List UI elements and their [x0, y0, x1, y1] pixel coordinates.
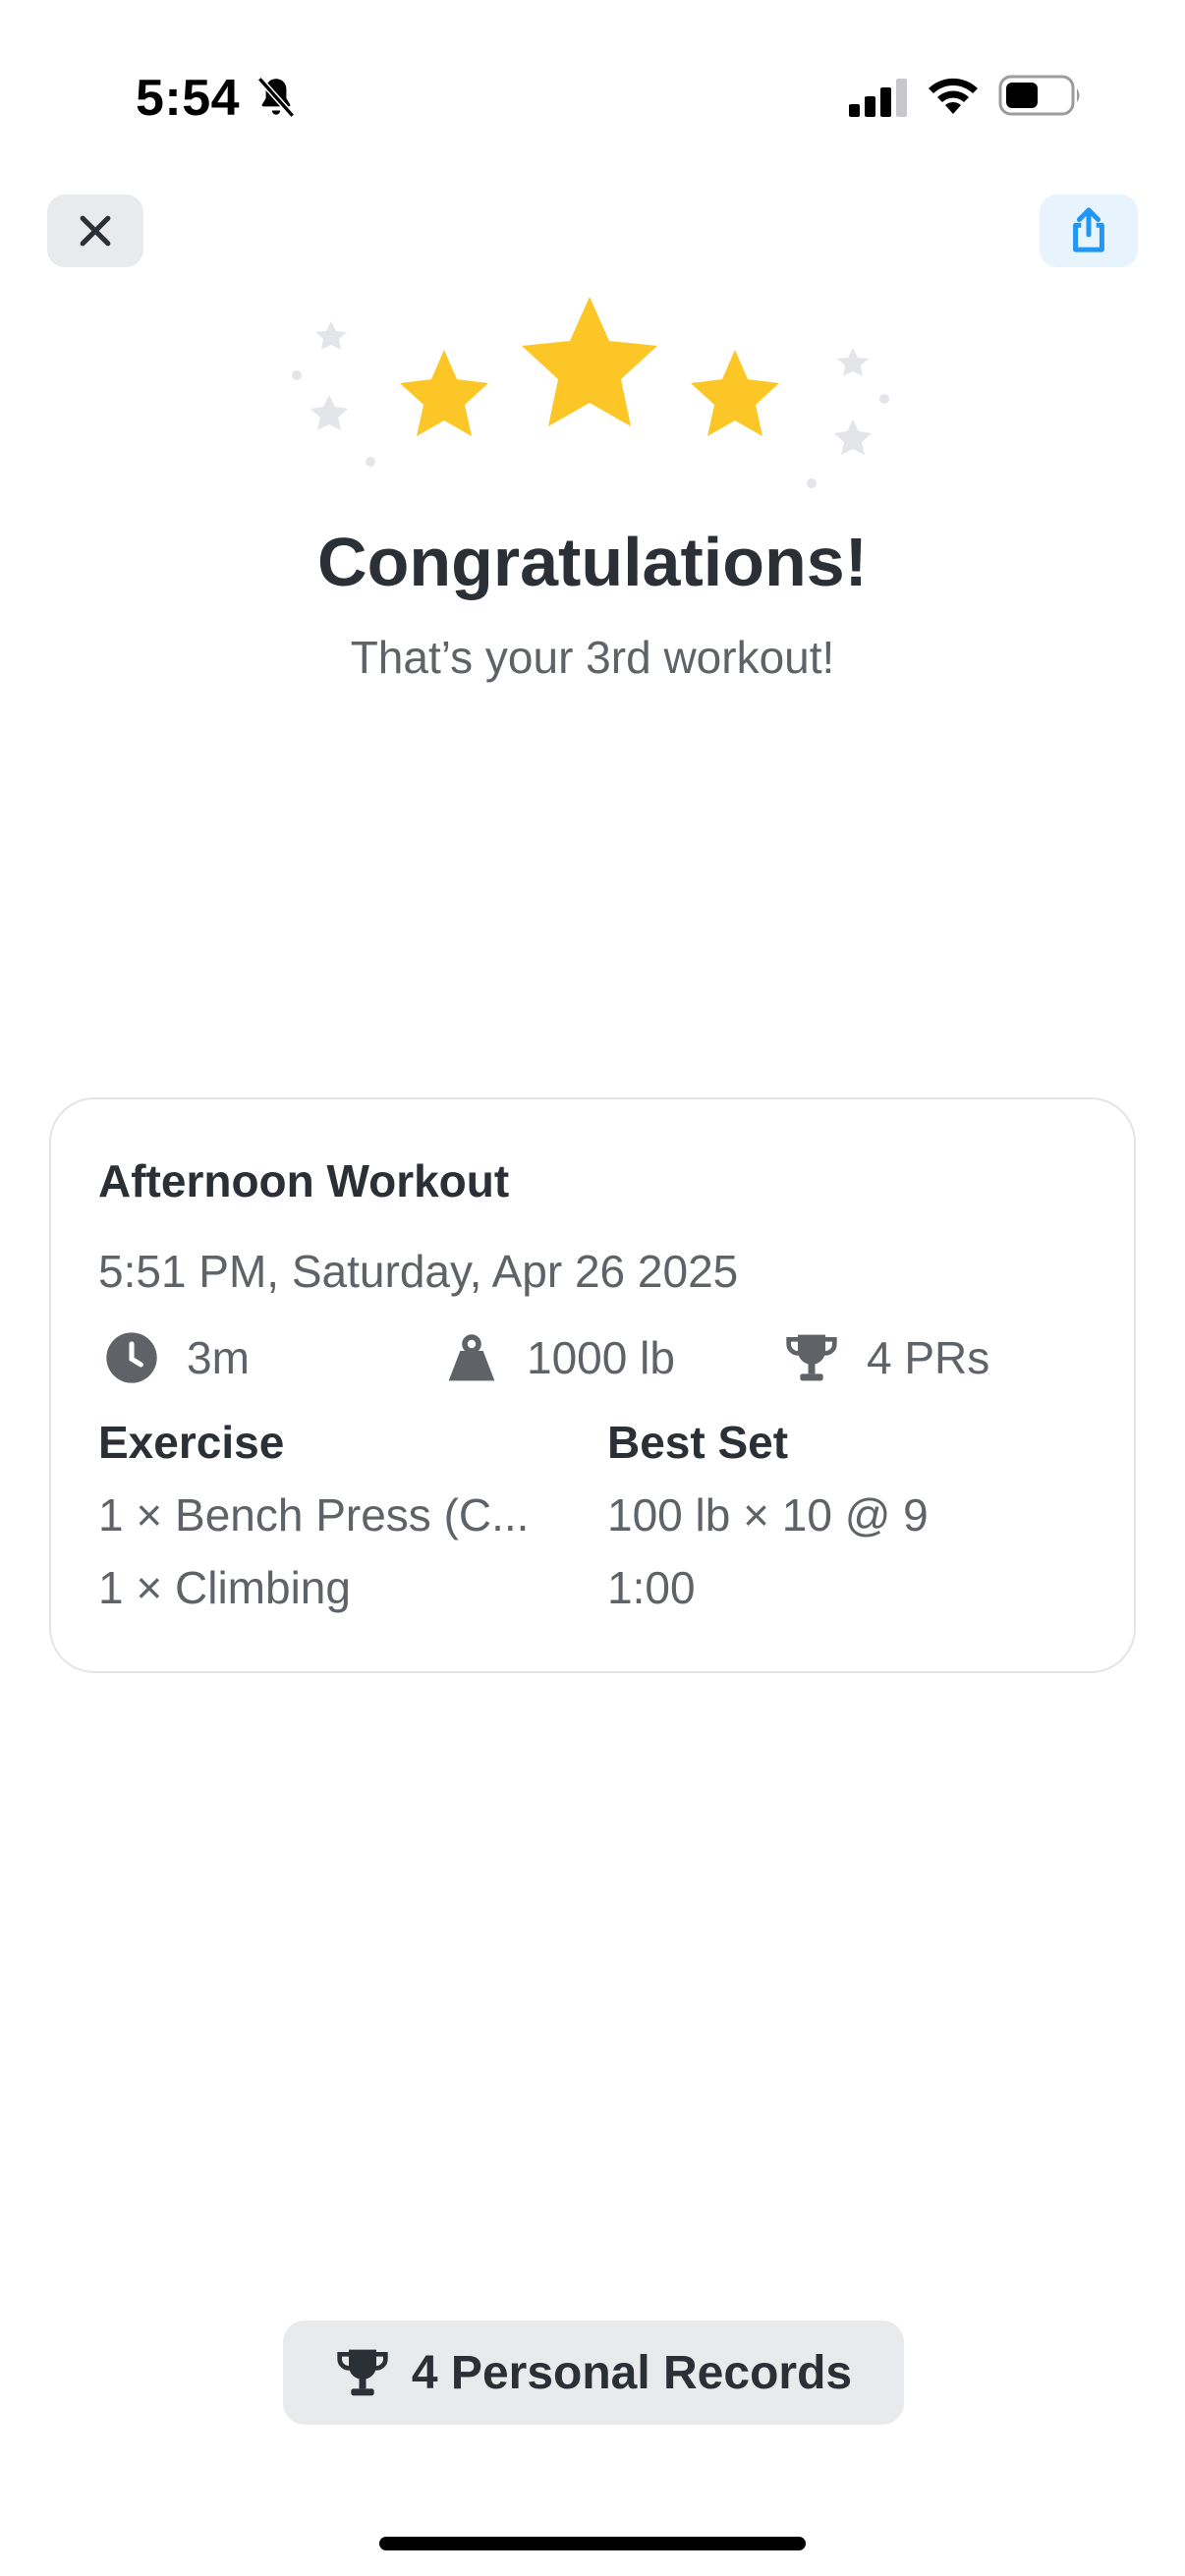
workout-title: Afternoon Workout: [98, 1155, 510, 1206]
right-star: [691, 350, 779, 436]
workout-count-subtitle: That’s your 3rd workout!: [350, 632, 835, 683]
personal-records-label: 4 Personal Records: [411, 2346, 853, 2399]
exercise-name: 1 × Climbing: [98, 1562, 351, 1613]
personal-records-button[interactable]: 4 Personal Records: [283, 2321, 904, 2425]
volume-value: 1000 lb: [527, 1332, 675, 1383]
prs-stat: 4 PRs: [784, 1323, 989, 1392]
bell-slash-icon: [256, 77, 296, 118]
exercise-best-set: 1:00: [607, 1562, 696, 1613]
close-button[interactable]: [47, 195, 143, 267]
celebration-stars: [292, 297, 889, 488]
best-set-column-header: Best Set: [607, 1417, 789, 1468]
workout-date: 5:51 PM, Saturday, Apr 26 2025: [98, 1246, 739, 1297]
weight-icon: [448, 1334, 495, 1381]
wifi-icon: [929, 78, 978, 114]
share-icon: [1073, 207, 1104, 252]
exercise-name: 1 × Bench Press (C...: [98, 1489, 530, 1540]
trophy-icon: [786, 1334, 837, 1381]
workout-complete-screen: 5:54 Congratulations! That’s your 3rd wo…: [0, 0, 1185, 2576]
status-time: 5:54: [136, 70, 241, 127]
duration-stat: 3m: [104, 1323, 250, 1392]
exercise-column-header: Exercise: [98, 1417, 285, 1468]
trophy-icon: [337, 2349, 388, 2396]
prs-value: 4 PRs: [867, 1332, 990, 1383]
volume-stat: 1000 lb: [444, 1323, 675, 1392]
workout-summary-card[interactable]: Afternoon Workout 5:51 PM, Saturday, Apr…: [49, 1097, 1136, 1673]
cellular-signal-icon: [849, 79, 907, 117]
left-star: [400, 350, 488, 436]
duration-value: 3m: [187, 1332, 250, 1383]
home-indicator[interactable]: [379, 2537, 806, 2550]
share-button[interactable]: [1040, 195, 1138, 267]
exercise-best-set: 100 lb × 10 @ 9: [607, 1489, 929, 1540]
center-star: [522, 297, 657, 426]
battery-icon: [998, 75, 1080, 116]
close-icon: [80, 215, 111, 247]
clock-icon: [106, 1332, 157, 1383]
congrats-title: Congratulations!: [317, 524, 868, 600]
